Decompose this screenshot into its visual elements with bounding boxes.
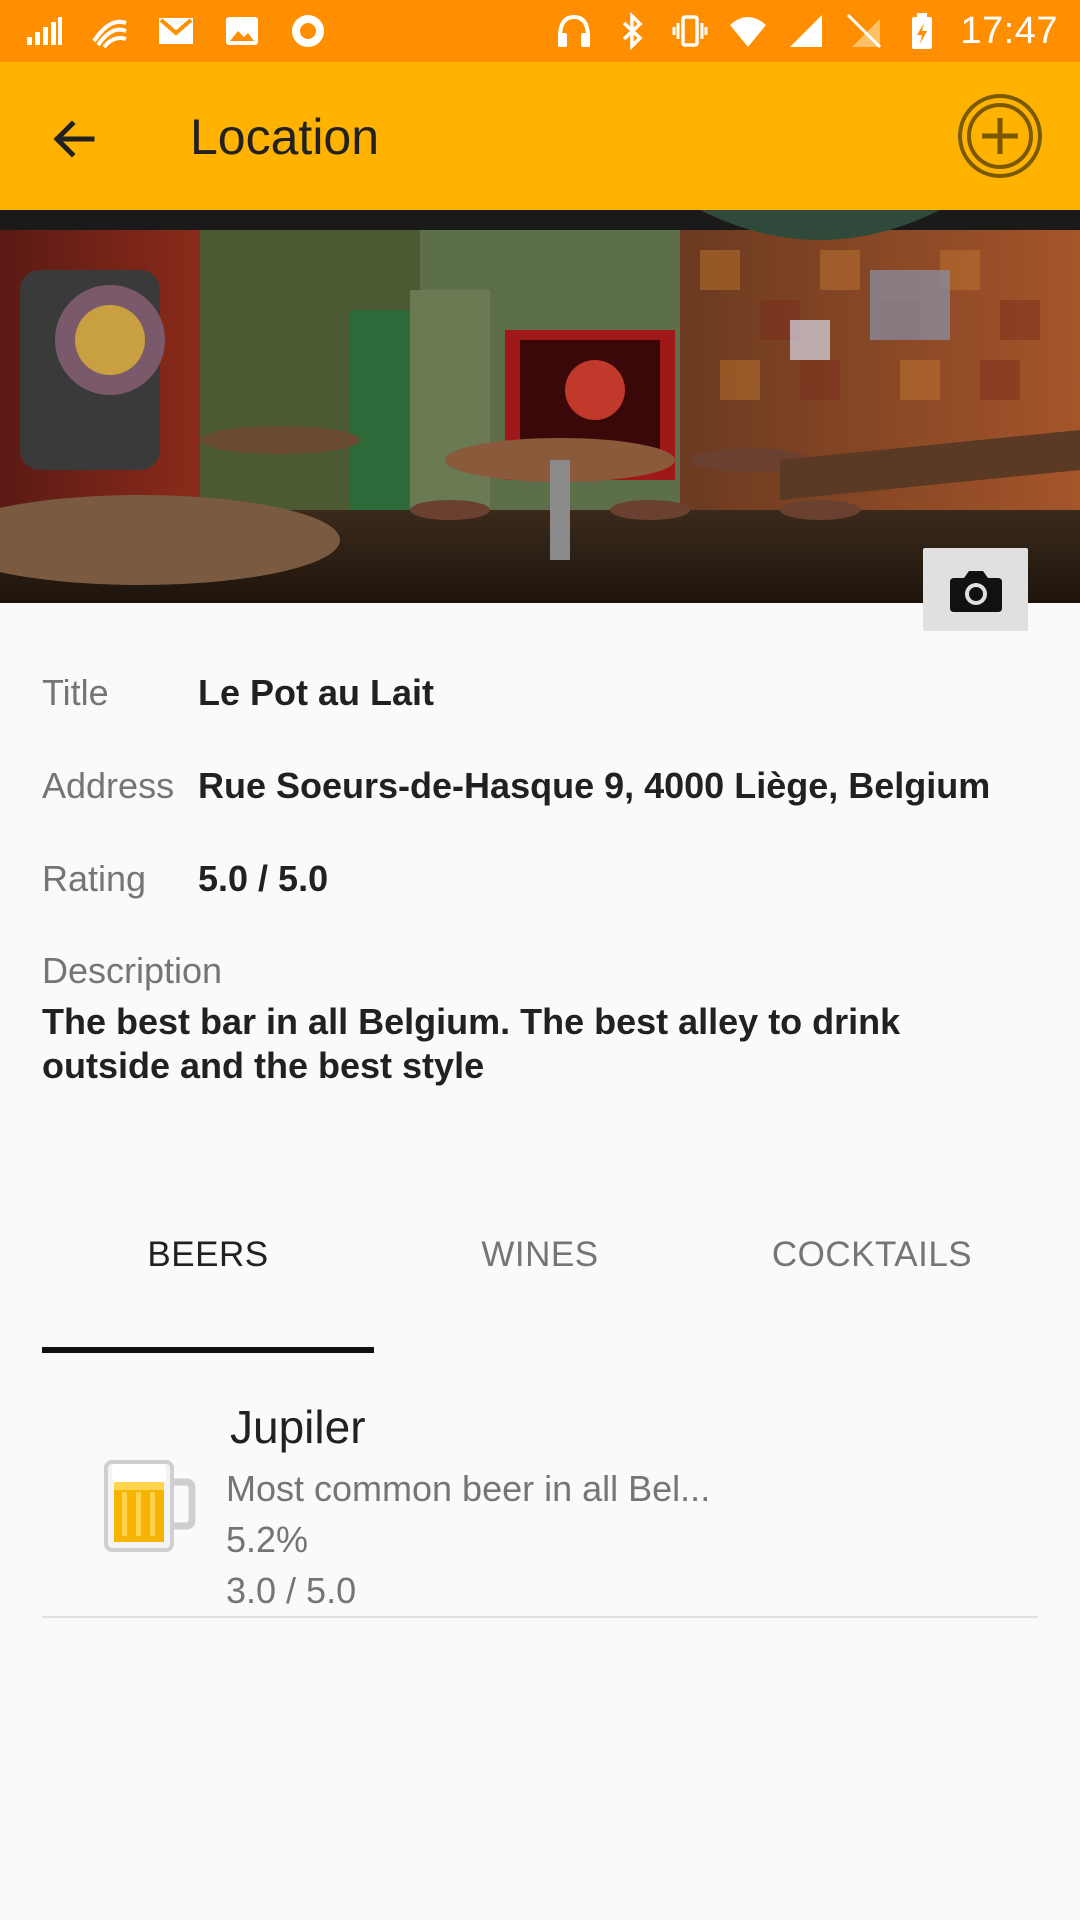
tab-indicator	[42, 1347, 374, 1353]
location-photo	[0, 210, 1080, 603]
rating-label: Rating	[42, 858, 147, 899]
status-bar: 17:47	[0, 0, 1080, 62]
address-value: Rue Soeurs-de-Hasque 9, 4000 Liège, Belg…	[198, 765, 991, 806]
add-button[interactable]	[956, 92, 1044, 180]
drink-tabs: BEERS WINES COCKTAILS	[42, 1210, 1038, 1355]
list-item[interactable]: Jupiler Most common beer in all Bel... 5…	[42, 1380, 1038, 1618]
rating-value: 5.0 / 5.0	[198, 858, 329, 899]
tab-cocktails[interactable]: COCKTAILS	[706, 1210, 1038, 1300]
item-description: Most common beer in all Bel...	[226, 1468, 711, 1509]
wifi-calling-icon	[90, 11, 130, 51]
title-value: Le Pot au Lait	[198, 672, 435, 713]
item-rating: 3.0 / 5.0	[226, 1570, 357, 1611]
item-name: Jupiler	[230, 1401, 366, 1453]
back-button[interactable]	[38, 104, 108, 174]
app-toolbar: Location	[0, 62, 1080, 210]
gmail-icon	[156, 11, 196, 51]
title-label: Title	[42, 672, 109, 713]
cell-signal-icon	[786, 11, 826, 51]
tab-beers[interactable]: BEERS	[42, 1210, 374, 1300]
description-text: The best bar in all Belgium. The best al…	[42, 1001, 901, 1086]
signal-bars-icon	[24, 11, 64, 51]
camera-icon	[949, 570, 1002, 612]
record-icon	[288, 11, 328, 51]
gallery-icon	[222, 11, 262, 51]
beer-mug-icon	[94, 1448, 204, 1558]
address-label: Address	[42, 765, 175, 806]
battery-icon	[902, 11, 942, 51]
change-photo-button[interactable]	[923, 548, 1028, 631]
add-circle-icon	[958, 94, 1042, 178]
arrow-back-icon	[53, 120, 95, 158]
item-abv: 5.2%	[226, 1519, 309, 1560]
headphones-icon	[554, 11, 594, 51]
tab-wines[interactable]: WINES	[374, 1210, 706, 1300]
no-sim-icon	[844, 11, 884, 51]
wifi-icon	[728, 11, 768, 51]
vibrate-icon	[670, 11, 710, 51]
page-title: Location	[190, 109, 380, 165]
clock: 17:47	[960, 9, 1058, 52]
bluetooth-icon	[612, 11, 652, 51]
description-label: Description	[42, 950, 223, 991]
